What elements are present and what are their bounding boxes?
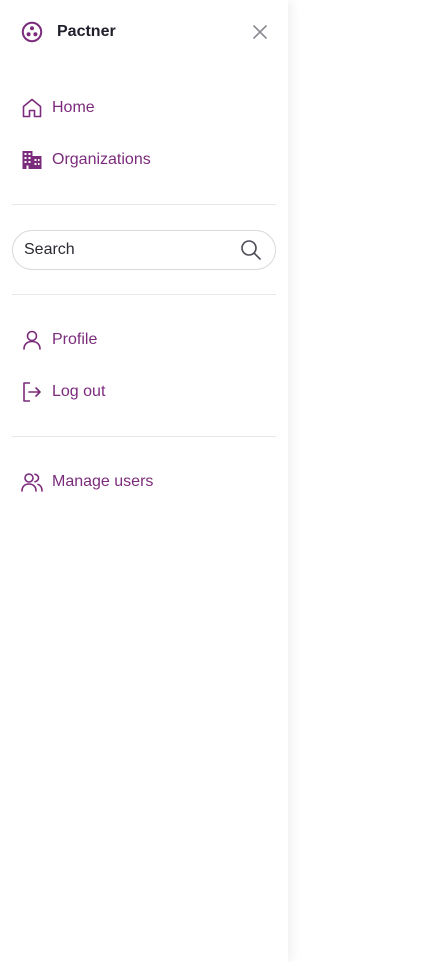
close-icon[interactable] xyxy=(249,21,271,43)
nav-item-manage-users[interactable]: Manage users xyxy=(12,462,276,502)
users-icon xyxy=(21,473,43,492)
logout-icon xyxy=(23,382,41,402)
nav-item-home[interactable]: Home xyxy=(12,88,276,128)
nav-item-logout[interactable]: Log out xyxy=(12,372,276,412)
divider xyxy=(12,436,276,437)
search-field xyxy=(12,230,276,270)
nav-item-label: Home xyxy=(52,99,95,116)
brand-name: Pactner xyxy=(57,23,116,40)
nav-item-label: Organizations xyxy=(52,151,151,168)
nav-item-organizations[interactable]: Organizations xyxy=(12,140,276,180)
app-page: Pactner Home Organizations Search Profil… xyxy=(0,0,428,962)
nav-item-label: Profile xyxy=(52,331,98,348)
nav-item-label: Manage users xyxy=(52,473,154,490)
search-input[interactable] xyxy=(24,239,234,261)
nav-item-label: Log out xyxy=(52,383,106,400)
divider xyxy=(12,204,276,205)
drawer-header: Pactner xyxy=(0,0,288,64)
navigation-drawer: Pactner Home Organizations Search Profil… xyxy=(0,0,288,962)
building-icon xyxy=(22,151,42,169)
user-icon xyxy=(23,330,41,350)
home-icon xyxy=(22,98,42,118)
search-icon[interactable] xyxy=(239,238,263,262)
pactner-logo-icon xyxy=(21,21,43,43)
nav-item-profile[interactable]: Profile xyxy=(12,320,276,360)
divider xyxy=(12,294,276,295)
